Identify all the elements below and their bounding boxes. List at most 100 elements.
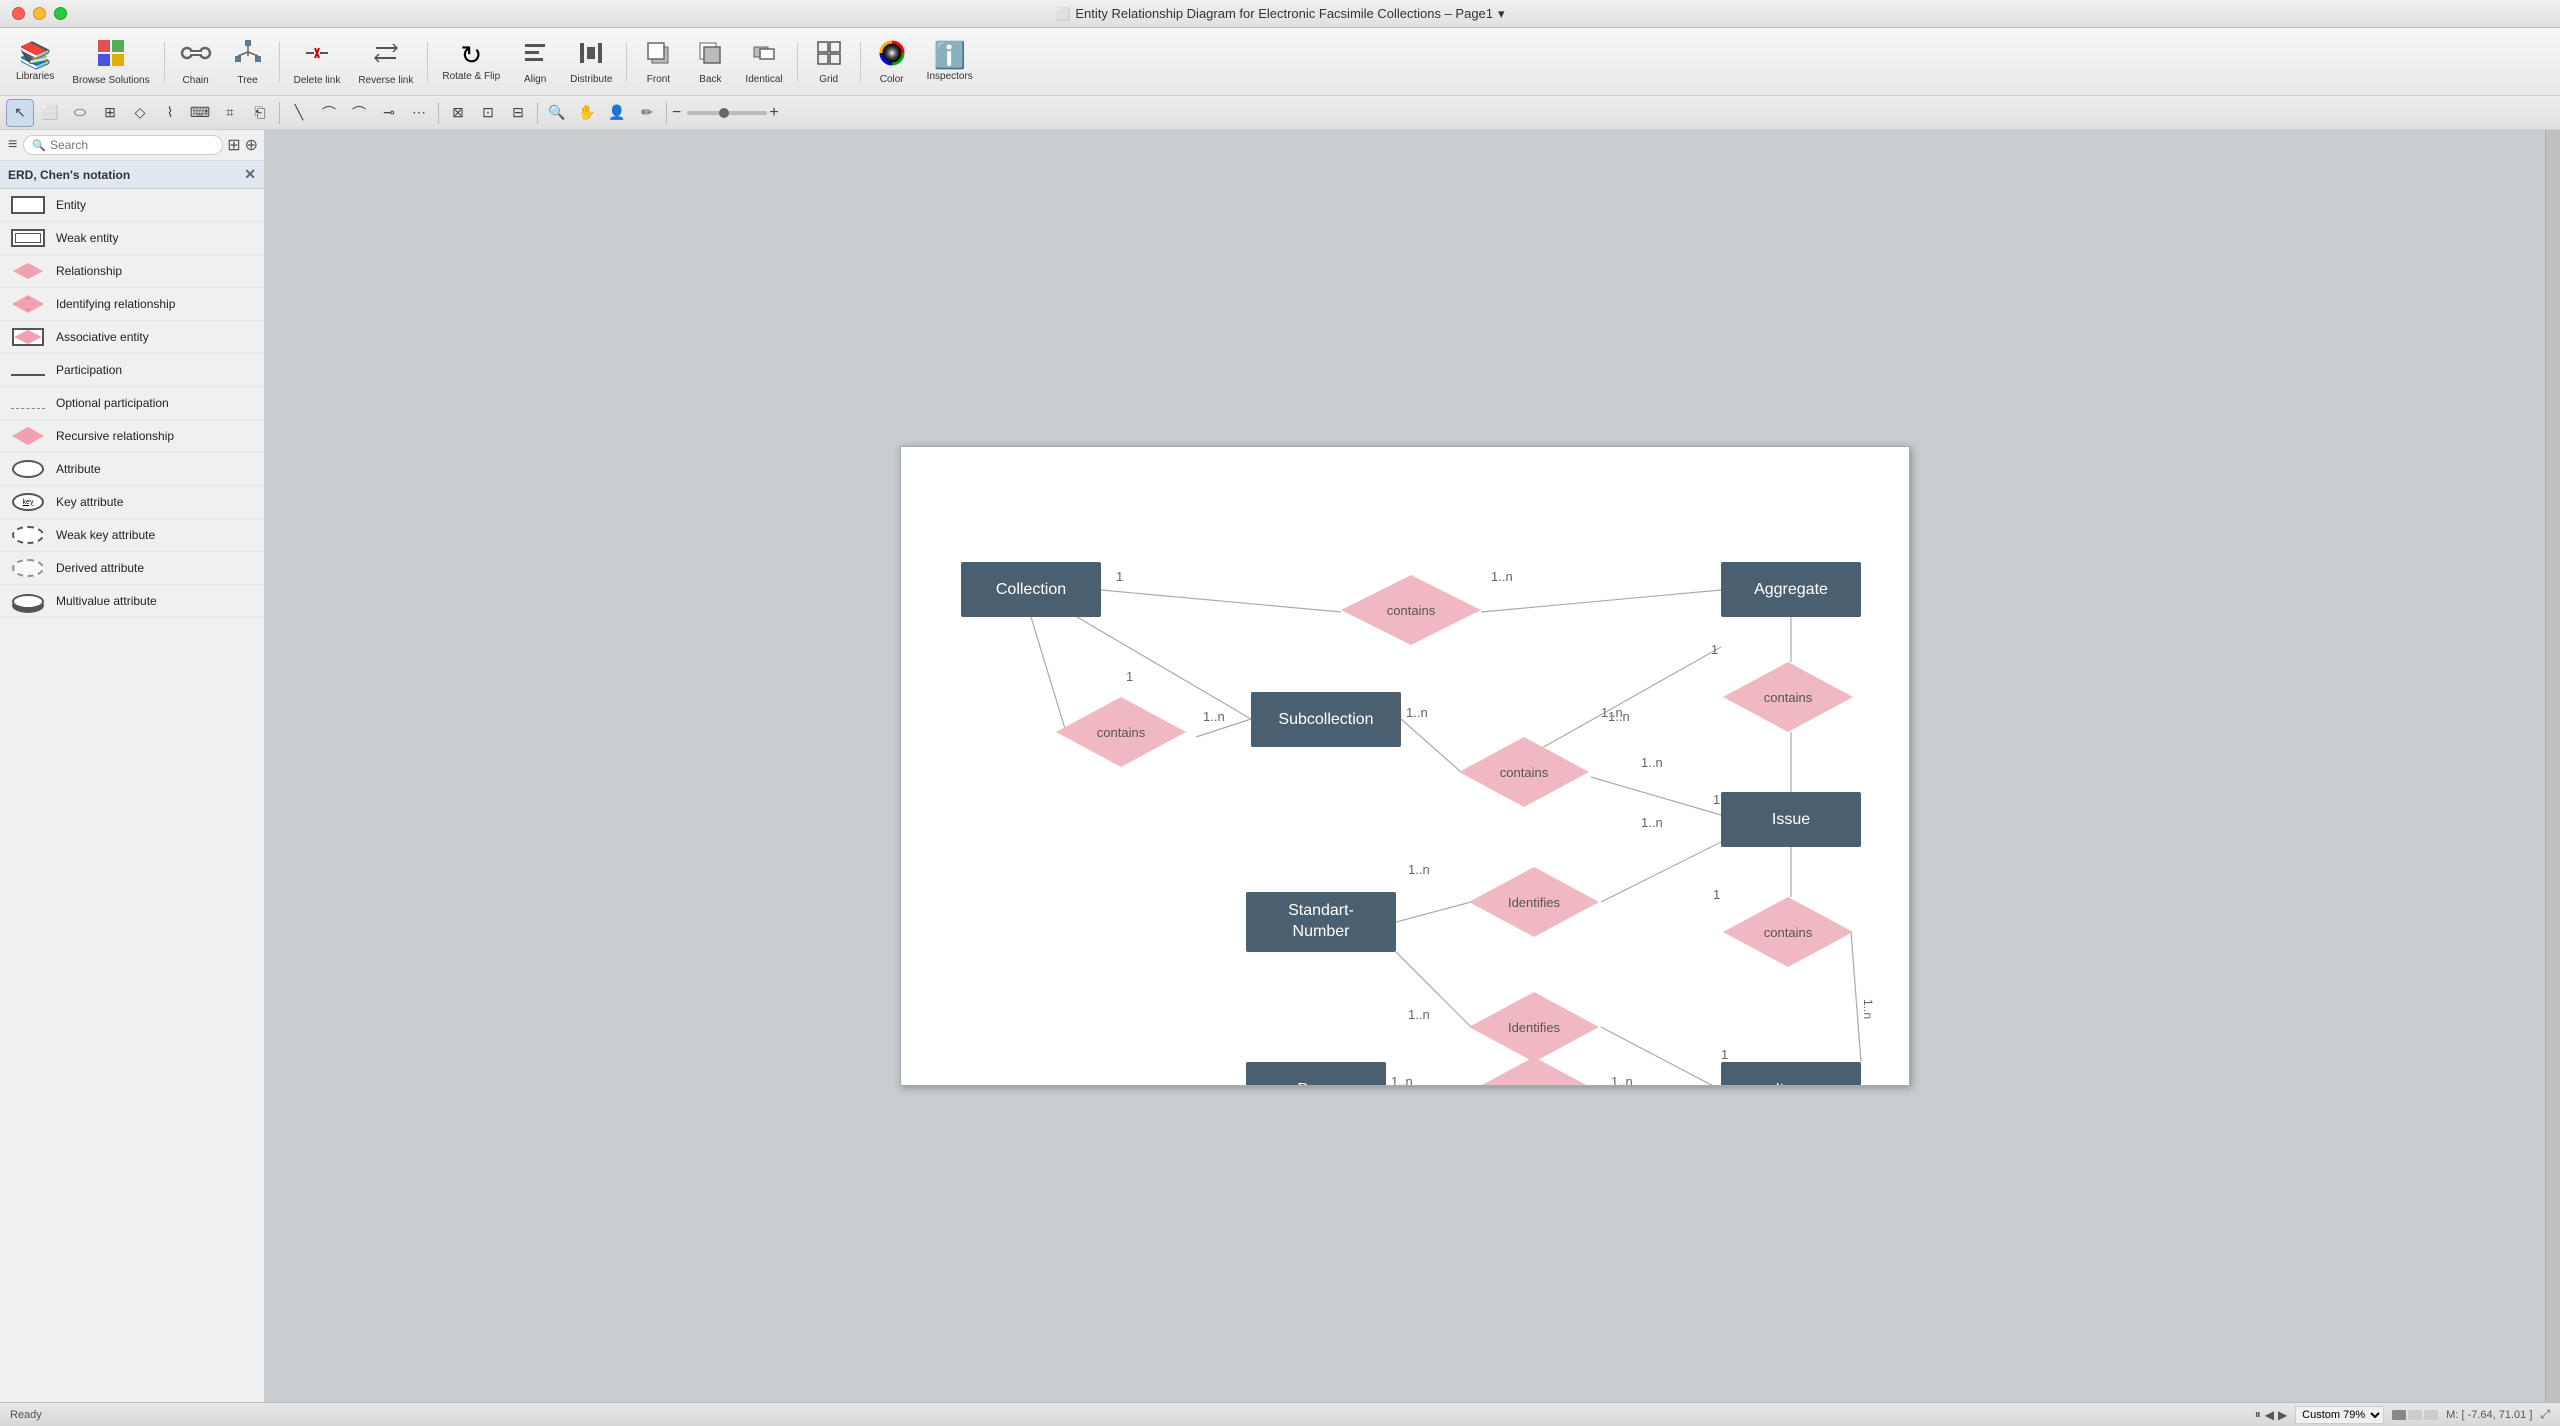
entity-aggregate[interactable]: Aggregate [1721, 562, 1861, 617]
toolbar-inspectors[interactable]: ℹ️ Inspectors [919, 38, 981, 86]
curve-tool[interactable]: ⌒ [315, 99, 343, 127]
user-tool[interactable]: 👤 [603, 99, 631, 127]
attribute-shape [12, 460, 44, 478]
toolbar-identical[interactable]: Identical [737, 35, 790, 89]
sidebar-item-relationship[interactable]: Relationship [0, 255, 264, 288]
search-input[interactable] [50, 138, 214, 152]
entity-subcollection[interactable]: Subcollection [1251, 692, 1401, 747]
toolbar-browse[interactable]: Browse Solutions [64, 34, 157, 90]
sidebar-item-associative-entity[interactable]: Associative entity [0, 321, 264, 354]
sidebar-category: ERD, Chen's notation ✕ [0, 161, 264, 189]
ellipse-tool[interactable]: ⬭ [66, 99, 94, 127]
maximize-button[interactable] [54, 7, 67, 20]
weak-key-shape [12, 526, 44, 544]
entity-issue[interactable]: Issue [1721, 792, 1861, 847]
pencil-tool[interactable]: ✏ [633, 99, 661, 127]
reverse-link-icon [371, 38, 401, 72]
sidebar-item-recursive-relationship[interactable]: Recursive relationship [0, 420, 264, 453]
zoom-slider[interactable] [687, 111, 767, 115]
sidebar-item-optional-participation[interactable]: Optional participation [0, 387, 264, 420]
canvas-container[interactable]: Collection Aggregate Subcollection Issue… [265, 130, 2545, 1402]
toolbar-reverse-link[interactable]: Reverse link [350, 34, 421, 90]
toolbar-tree[interactable]: Tree [223, 34, 273, 90]
shape-tool-2[interactable]: ⌇ [156, 99, 184, 127]
relationship-shape-icon [10, 260, 46, 282]
toolbar-back[interactable]: Back [685, 35, 735, 89]
rel-contains-1[interactable]: contains [1341, 575, 1481, 645]
rel-contains-issue[interactable]: contains [1723, 897, 1853, 967]
rel-identifies-1[interactable]: Identifies [1469, 867, 1599, 937]
toolbar-chain[interactable]: Chain [171, 34, 221, 90]
select-tool[interactable]: ↖ [6, 99, 34, 127]
toolbar-color[interactable]: Color [867, 35, 917, 89]
entity-item[interactable]: Item [1721, 1062, 1861, 1086]
sidebar-item-derived-attribute[interactable]: Derived attribute [0, 552, 264, 585]
sidebar-search-btn[interactable]: ⊕ [245, 135, 258, 155]
secondary-toolbar: ↖ ⬜ ⬭ ⊞ ◇ ⌇ ⌨ ⌗ ⎗ ╲ ⌒ ⌒ ⊸ ⋯ ⊠ ⊡ ⊟ 🔍 ✋ 👤 … [0, 96, 2560, 130]
canvas[interactable]: Collection Aggregate Subcollection Issue… [900, 446, 1910, 1086]
pan-tool[interactable]: ✋ [573, 99, 601, 127]
close-button[interactable] [12, 7, 25, 20]
rel-contains-3[interactable]: contains [1459, 737, 1589, 807]
sidebar-item-weak-entity[interactable]: Weak entity [0, 222, 264, 255]
toolbar-align[interactable]: Align [510, 35, 560, 89]
sidebar-item-entity[interactable]: Entity [0, 189, 264, 222]
pause-btn[interactable]: ⏸ [2255, 1407, 2261, 1422]
next-page-btn[interactable]: ▶ [2278, 1408, 2287, 1422]
rel-contains-2[interactable]: contains [1056, 697, 1186, 767]
entity-standart-number[interactable]: Standart- Number [1246, 892, 1396, 952]
polyline-tool[interactable]: ⌒ [345, 99, 373, 127]
minimize-button[interactable] [33, 7, 46, 20]
vector-tool[interactable]: ⊟ [504, 99, 532, 127]
prev-page-btn[interactable]: ◀ [2265, 1408, 2274, 1422]
rel-contains-page[interactable]: contains [1469, 1057, 1599, 1086]
entity-page[interactable]: Page [1246, 1062, 1386, 1086]
toolbar-delete-link[interactable]: Delete link [286, 34, 349, 90]
page-view-1[interactable] [2392, 1410, 2406, 1420]
sidebar-category-close[interactable]: ✕ [244, 166, 256, 183]
shape-tool-5[interactable]: ⎗ [246, 99, 274, 127]
label-13: 1..n [1408, 862, 1430, 877]
slice-tool[interactable]: ⊡ [474, 99, 502, 127]
sidebar-item-attribute[interactable]: Attribute [0, 453, 264, 486]
label-5: 1..n [1406, 705, 1428, 720]
zoom-out-button[interactable]: − [672, 104, 681, 122]
rel-contains-agg[interactable]: contains [1723, 662, 1853, 732]
shape-tool-3[interactable]: ⌨ [186, 99, 214, 127]
sidebar-item-weak-key-attribute[interactable]: Weak key attribute [0, 519, 264, 552]
rect-tool[interactable]: ⬜ [36, 99, 64, 127]
crop-tool[interactable]: ⊠ [444, 99, 472, 127]
toolbar-distribute[interactable]: Distribute [562, 35, 620, 89]
sidebar-item-participation[interactable]: Participation [0, 354, 264, 387]
label-18: 1..n [1861, 999, 1875, 1019]
resize-handle[interactable]: ⤢ [2540, 1407, 2550, 1422]
conn-tool-2[interactable]: ⋯ [405, 99, 433, 127]
right-scrollbar[interactable] [2545, 130, 2560, 1402]
sidebar-item-key-attribute[interactable]: key Key attribute [0, 486, 264, 519]
sidebar-item-identifying-relationship[interactable]: Identifying relationship [0, 288, 264, 321]
zoom-slider-area[interactable] [687, 111, 767, 115]
label-3: 1 [1126, 669, 1133, 684]
shape-tool-1[interactable]: ◇ [126, 99, 154, 127]
sidebar-grid-view[interactable]: ⊞ [227, 135, 240, 155]
zoom-in-button[interactable]: + [769, 104, 778, 122]
page-view-3[interactable] [2424, 1410, 2438, 1420]
rel-contains-issue-shape: contains [1723, 897, 1853, 967]
sidebar-list-view[interactable]: ≡ [6, 134, 19, 156]
page-view-2[interactable] [2408, 1410, 2422, 1420]
zoom-out-view[interactable]: 🔍 [543, 99, 571, 127]
table-tool[interactable]: ⊞ [96, 99, 124, 127]
toolbar-grid[interactable]: Grid [804, 35, 854, 89]
toolbar-libraries[interactable]: 📚 Libraries [8, 38, 62, 86]
toolbar-front[interactable]: Front [633, 35, 683, 89]
rel-identifies-2[interactable]: Identifies [1469, 992, 1599, 1062]
entity-collection[interactable]: Collection [961, 562, 1101, 617]
main-area: ≡ 🔍 ⊞ ⊕ ERD, Chen's notation ✕ Entity [0, 130, 2560, 1402]
shape-tool-4[interactable]: ⌗ [216, 99, 244, 127]
sidebar-item-multivalue-attribute[interactable]: Multivalue attribute [0, 585, 264, 618]
line-tool[interactable]: ╲ [285, 99, 313, 127]
titlebar: ⬜ Entity Relationship Diagram for Electr… [0, 0, 2560, 28]
conn-tool-1[interactable]: ⊸ [375, 99, 403, 127]
toolbar-rotate-flip[interactable]: ↻ Rotate & Flip [434, 38, 508, 86]
zoom-select[interactable]: Custom 79% [2295, 1406, 2384, 1424]
